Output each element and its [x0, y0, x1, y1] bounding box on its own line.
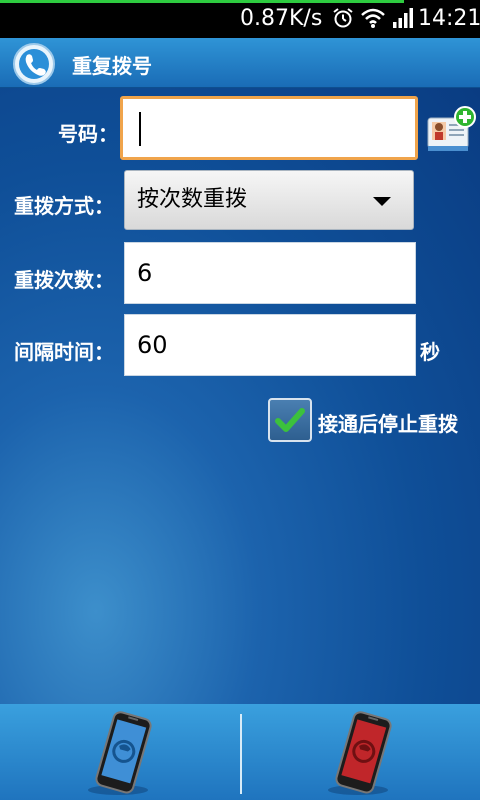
count-label: 重拨次数： [14, 268, 114, 292]
count-value: 6 [137, 259, 153, 287]
stop-dial-phone-icon[interactable] [322, 710, 402, 798]
wifi-icon [361, 8, 385, 28]
dropdown-arrow-icon [373, 197, 391, 206]
clock: 14:21 [418, 6, 480, 31]
number-input[interactable] [120, 96, 418, 160]
mode-selected-value: 按次数重拨 [137, 187, 248, 212]
status-bar: 0.87K/s 14:21 [0, 0, 480, 38]
interval-label: 间隔时间： [14, 340, 114, 364]
progress-line [0, 0, 404, 3]
interval-value: 60 [137, 331, 168, 359]
title-bar: 重复拨号 [0, 38, 480, 88]
add-contact-icon[interactable] [426, 106, 476, 154]
text-cursor [139, 112, 141, 146]
mode-label: 重拨方式： [14, 194, 114, 218]
checkmark-icon [275, 408, 305, 432]
redial-mode-select[interactable]: 按次数重拨 [124, 170, 414, 230]
redial-count-input[interactable]: 6 [124, 242, 416, 304]
stop-after-connect-checkbox[interactable] [268, 398, 312, 442]
interval-input[interactable]: 60 [124, 314, 416, 376]
stop-after-connect-label[interactable]: 接通后停止重拨 [318, 408, 458, 437]
alarm-icon [333, 8, 353, 28]
start-dial-phone-icon[interactable] [82, 710, 162, 798]
network-speed: 0.87K/s [240, 6, 323, 31]
number-label: 号码： [58, 122, 118, 146]
signal-icon [393, 8, 413, 28]
bottom-divider [240, 714, 242, 794]
page-title: 重复拨号 [72, 54, 152, 78]
phone-handset-icon [13, 43, 55, 85]
bottom-bar [0, 704, 480, 800]
interval-unit: 秒 [420, 340, 440, 364]
